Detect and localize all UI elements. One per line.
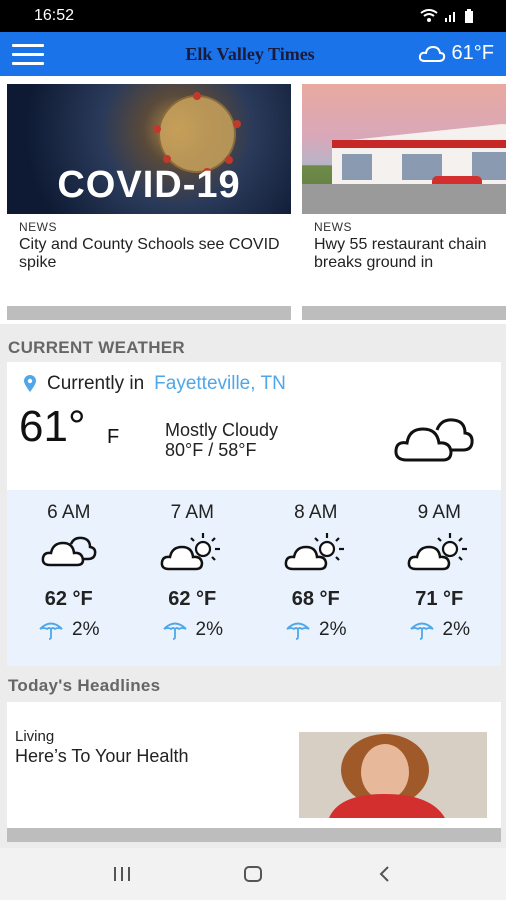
restaurant-image [302, 84, 506, 214]
cloud-icon [394, 418, 474, 462]
partly-sunny-icon [160, 533, 221, 571]
hour-label: 9 AM [417, 502, 461, 523]
news-carousel[interactable]: COVID-19 NEWS City and County Schools se… [0, 76, 506, 324]
umbrella-icon [409, 622, 434, 640]
temp-unit: F [107, 426, 120, 448]
signal-icon [445, 12, 455, 22]
weather-condition: Mostly Cloudy 80°F / 58°F [165, 420, 278, 460]
header-temp: 61°F [451, 42, 494, 64]
hour-precip: 2% [254, 619, 378, 641]
hour-label: 8 AM [294, 502, 338, 523]
hour-temp: 68 °F [291, 588, 340, 610]
home-icon[interactable] [243, 865, 263, 883]
headlines-heading: Today's Headlines [8, 676, 161, 695]
hour-forecast: 9 AM 71 °F 2% [378, 490, 502, 666]
hour-precip: 2% [7, 619, 131, 641]
umbrella-icon [286, 622, 310, 640]
umbrella-icon [162, 622, 187, 640]
city-link[interactable]: Fayetteville, TN [154, 373, 286, 395]
hour-label: 7 AM [170, 502, 214, 523]
headline-category: Living [15, 728, 55, 745]
hour-forecast: 8 AM 68 °F 2% [254, 490, 378, 666]
covid-image: COVID-19 [7, 84, 291, 214]
hourly-forecast: 6 AM 62 °F 2% 7 AM 62 °F 2% 8 AM 68 °F 2… [7, 490, 501, 666]
precip-value: 2% [72, 619, 100, 640]
hour-temp: 62 °F [44, 588, 93, 610]
card-category: NEWS [19, 220, 57, 234]
card-title: City and County Schools see COVID spike [19, 236, 280, 271]
news-card[interactable]: COVID-19 NEWS City and County Schools se… [7, 84, 291, 320]
hour-precip: 2% [378, 619, 502, 641]
wifi-icon [420, 9, 438, 22]
news-card[interactable]: NEWS Hwy 55 restaurant chain breaks grou… [302, 84, 506, 320]
system-icons [420, 9, 474, 23]
headline-title: Here’s To Your Health [15, 746, 189, 766]
umbrella-icon [39, 622, 63, 640]
headline-photo [299, 732, 487, 818]
hour-label: 6 AM [47, 502, 91, 523]
hour-temp: 62 °F [168, 588, 217, 610]
app-logo[interactable]: Elk Valley Times [150, 42, 350, 66]
status-bar: 16:52 [0, 0, 506, 32]
precip-value: 2% [319, 619, 347, 640]
hour-precip: 2% [131, 619, 255, 641]
weather-location[interactable]: Currently in Fayetteville, TN [23, 373, 286, 395]
recent-apps-icon[interactable] [112, 866, 132, 882]
precip-value: 2% [195, 619, 223, 640]
back-icon[interactable] [378, 866, 390, 882]
battery-icon [465, 9, 473, 23]
current-temp: 61° [19, 402, 86, 451]
hour-forecast: 7 AM 62 °F 2% [131, 490, 255, 666]
partly-sunny-icon [407, 533, 468, 571]
current-weather-heading: CURRENT WEATHER [8, 338, 186, 357]
app-bar: Elk Valley Times 61°F [0, 32, 506, 76]
hour-temp: 71 °F [415, 588, 464, 610]
cloud-icon [41, 536, 97, 567]
hi-lo: 80°F / 58°F [165, 440, 257, 460]
headline-card[interactable]: Living Here’s To Your Health [7, 702, 501, 842]
location-pin-icon [24, 375, 36, 392]
weather-card[interactable]: Currently in Fayetteville, TN 61° F Most… [7, 362, 501, 666]
system-nav-bar [0, 848, 506, 900]
status-time: 16:52 [34, 7, 75, 24]
precip-value: 2% [442, 619, 470, 640]
currently-label: Currently in [47, 373, 145, 394]
hour-forecast: 6 AM 62 °F 2% [7, 490, 131, 666]
menu-icon[interactable] [12, 44, 44, 66]
condition-text: Mostly Cloudy [165, 420, 279, 440]
card-title: Hwy 55 restaurant chain breaks ground in… [314, 236, 487, 271]
partly-sunny-icon [284, 533, 344, 571]
cloud-icon [418, 45, 445, 62]
card-category: NEWS [314, 220, 352, 234]
header-weather[interactable]: 61°F [418, 42, 494, 65]
covid-image-text: COVID-19 [57, 164, 241, 206]
